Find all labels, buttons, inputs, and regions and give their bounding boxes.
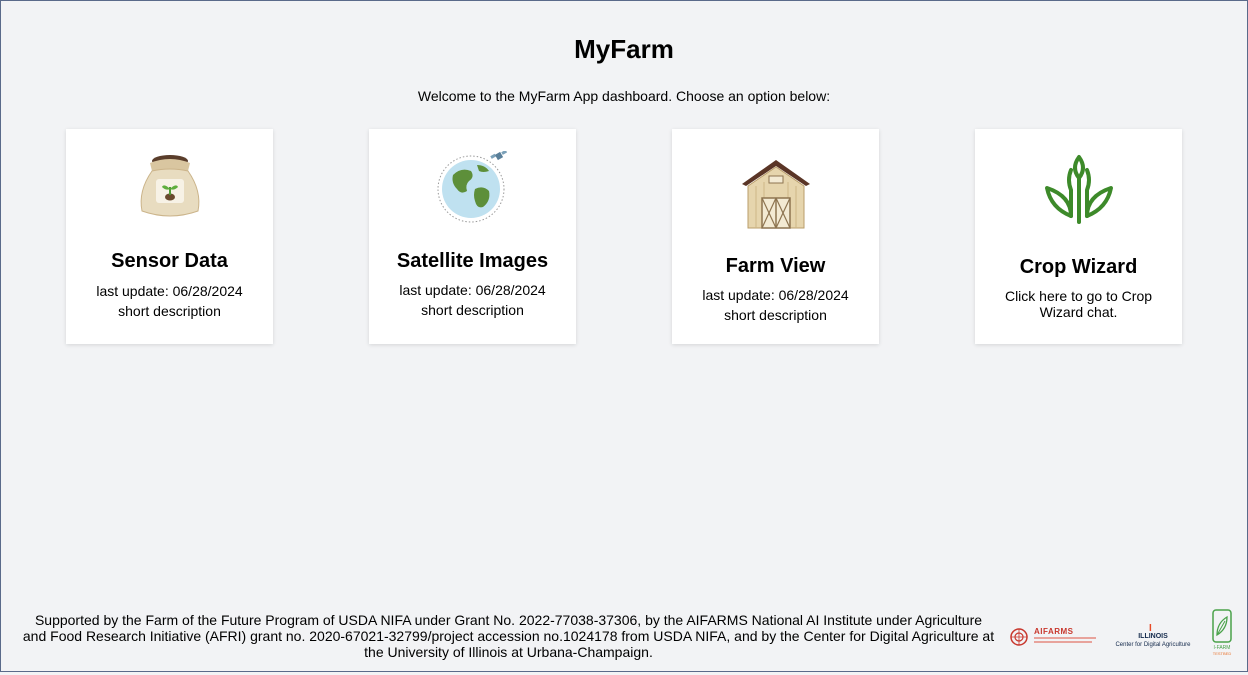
sensor-data-last-update: last update: 06/28/2024 <box>96 283 243 299</box>
page-title: MyFarm <box>574 34 674 64</box>
aifarms-logo: AIFARMS <box>1009 625 1099 675</box>
sensor-data-description: short description <box>118 303 221 319</box>
satellite-images-last-update: last update: 06/28/2024 <box>399 282 546 298</box>
crop-wizard-description-line2: Wizard chat. <box>1039 304 1118 320</box>
ifarm-subtitle: TESTBED <box>1212 651 1232 656</box>
sensor-data-card[interactable]: Sensor Data last update: 06/28/2024 shor… <box>66 129 273 344</box>
illinois-subtitle: Center for Digital Agriculture <box>1115 642 1191 648</box>
farm-view-title: Farm View <box>725 255 826 277</box>
page-subtitle: Welcome to the MyFarm App dashboard. Cho… <box>417 88 831 104</box>
funding-line-2: and Food Research Initiative (AFRI) gran… <box>22 628 995 644</box>
farm-view-card[interactable]: Farm View last update: 06/28/2024 short … <box>672 129 879 344</box>
globe-satellite-icon <box>369 151 576 223</box>
satellite-images-card[interactable]: Satellite Images last update: 06/28/2024… <box>369 129 576 344</box>
ifarm-testbed-logo: I-FARM TESTBED <box>1207 609 1237 659</box>
aifarms-emblem-icon <box>1010 628 1028 646</box>
illinois-wordmark: ILLINOIS <box>1138 633 1168 640</box>
satellite-images-description: short description <box>421 302 524 318</box>
funding-line-3: the University of Illinois at Urbana-Cha… <box>364 644 653 660</box>
crop-wizard-description-line1: Click here to go to Crop <box>1004 288 1153 304</box>
seed-bag-icon <box>66 151 273 223</box>
satellite-images-title: Satellite Images <box>396 250 549 272</box>
aifarms-wordmark: AIFARMS <box>1034 627 1074 636</box>
farm-view-last-update: last update: 06/28/2024 <box>702 287 849 303</box>
illinois-cda-logo: I ILLINOIS Center for Digital Agricultur… <box>1109 623 1197 673</box>
barn-icon <box>672 154 879 229</box>
sprout-icon <box>975 154 1182 226</box>
sensor-data-title: Sensor Data <box>111 250 228 272</box>
ifarm-phone-leaf-icon <box>1212 609 1232 643</box>
funding-acknowledgement: Supported by the Farm of the Future Prog… <box>21 612 996 660</box>
crop-wizard-card[interactable]: Crop Wizard Click here to go to Crop Wiz… <box>975 129 1182 344</box>
crop-wizard-title: Crop Wizard <box>1019 256 1138 278</box>
farm-view-description: short description <box>724 307 827 323</box>
funding-line-1: Supported by the Farm of the Future Prog… <box>34 612 983 628</box>
